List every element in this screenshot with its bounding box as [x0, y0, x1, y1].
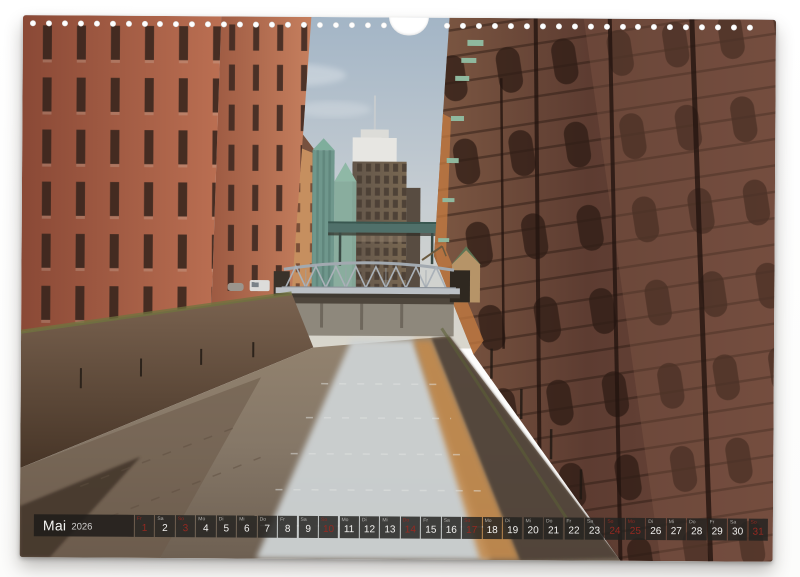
- binding-hole: [317, 22, 323, 28]
- binding-hole: [588, 24, 594, 30]
- year-number: 2026: [71, 521, 92, 532]
- day-number: 21: [544, 524, 563, 539]
- day-number: 28: [687, 525, 706, 540]
- day-cell: Mi13: [380, 516, 399, 538]
- day-row: Fr1Sa2So3Mo4Di5Mi6Do7Fr8Sa9So10Mo11Di12M…: [135, 515, 768, 541]
- day-cell: Mo11: [339, 516, 358, 538]
- day-number: 11: [339, 523, 358, 538]
- day-number: 5: [217, 522, 236, 537]
- day-cell: Di19: [503, 517, 522, 539]
- day-number: 7: [258, 523, 277, 538]
- day-number: 22: [564, 524, 583, 539]
- day-number: 23: [585, 525, 604, 540]
- day-cell: So3: [176, 515, 195, 537]
- day-number: 1: [135, 522, 154, 537]
- day-cell: Mi20: [523, 517, 542, 539]
- day-number: 3: [176, 522, 195, 537]
- day-number: 6: [237, 522, 256, 537]
- day-number: 19: [503, 524, 522, 539]
- day-cell: So24: [605, 518, 624, 540]
- day-number: 20: [523, 524, 542, 539]
- day-cell: Sa23: [585, 518, 604, 540]
- day-cell: Mo25: [626, 518, 645, 540]
- binding-hole: [126, 21, 132, 27]
- binding-hole: [46, 20, 52, 26]
- binding-hole: [110, 21, 116, 27]
- day-number: 14: [401, 523, 420, 538]
- binding-hole: [78, 20, 84, 26]
- binding-hole: [349, 22, 355, 28]
- day-number: 31: [748, 526, 767, 541]
- binding-hole: [747, 25, 753, 31]
- day-cell: Fr15: [421, 517, 440, 539]
- binding-hole: [141, 21, 147, 27]
- month-name: Mai: [43, 517, 67, 533]
- day-cell: So17: [462, 517, 481, 539]
- day-number: 25: [626, 525, 645, 540]
- date-strip: Mai 2026 Fr1Sa2So3Mo4Di5Mi6Do7Fr8Sa9So10…: [20, 514, 773, 541]
- binding-hole: [365, 22, 371, 28]
- day-cell: Mo4: [196, 515, 215, 537]
- month-bar: Mai 2026: [34, 514, 134, 537]
- binding-hole: [30, 20, 36, 26]
- day-number: 8: [278, 523, 297, 538]
- day-cell: Sa16: [442, 517, 461, 539]
- binding-hole: [94, 21, 100, 27]
- binding-hole: [62, 20, 68, 26]
- binding-hole: [333, 22, 339, 28]
- binding-hole: [556, 23, 562, 29]
- binding-hole: [301, 22, 307, 28]
- binding-hole: [285, 22, 291, 28]
- day-number: 27: [667, 525, 686, 540]
- day-number: 10: [319, 523, 338, 538]
- day-number: 15: [421, 524, 440, 539]
- calendar-page: Mai 2026 Fr1Sa2So3Mo4Di5Mi6Do7Fr8Sa9So10…: [20, 15, 776, 562]
- day-number: 16: [442, 524, 461, 539]
- day-cell: So10: [319, 516, 338, 538]
- calendar-product-photo: Mai 2026 Fr1Sa2So3Mo4Di5Mi6Do7Fr8Sa9So10…: [0, 0, 800, 577]
- day-number: 26: [646, 525, 665, 540]
- day-cell: Do7: [258, 516, 277, 538]
- binding-hole: [380, 22, 386, 28]
- day-number: 2: [155, 522, 174, 537]
- day-number: 29: [707, 525, 726, 540]
- day-cell: Sa30: [728, 518, 747, 540]
- day-number: 17: [462, 524, 481, 539]
- binding-hole: [619, 24, 625, 30]
- day-cell: Do28: [687, 518, 706, 540]
- binding-hole: [508, 23, 514, 29]
- day-cell: Fr29: [707, 518, 726, 540]
- day-cell: Fr1: [135, 515, 154, 537]
- day-number: 12: [360, 523, 379, 538]
- day-cell: Sa9: [298, 516, 317, 538]
- day-cell: Mi6: [237, 515, 256, 537]
- day-cell: Mo18: [483, 517, 502, 539]
- day-cell: Mi27: [667, 518, 686, 540]
- binding-hole: [604, 24, 610, 30]
- binding-hole: [269, 22, 275, 28]
- binding-hole: [524, 23, 530, 29]
- day-number: 24: [605, 525, 624, 540]
- day-cell: Di5: [217, 515, 236, 537]
- day-number: 9: [298, 523, 317, 538]
- binding-hole: [572, 24, 578, 30]
- day-cell: Di12: [360, 516, 379, 538]
- day-number: 18: [483, 524, 502, 539]
- day-cell: Fr22: [564, 517, 583, 539]
- day-cell: So31: [748, 519, 767, 541]
- day-number: 30: [728, 525, 747, 540]
- day-cell: Fr8: [278, 516, 297, 538]
- day-number: 4: [196, 522, 215, 537]
- day-cell: Di26: [646, 518, 665, 540]
- day-cell: Sa2: [155, 515, 174, 537]
- day-cell: Do21: [544, 517, 563, 539]
- binding-hole: [540, 23, 546, 29]
- speicherstadt-canal-photo: [20, 15, 776, 562]
- day-cell: Do14: [401, 516, 420, 538]
- day-number: 13: [380, 523, 399, 538]
